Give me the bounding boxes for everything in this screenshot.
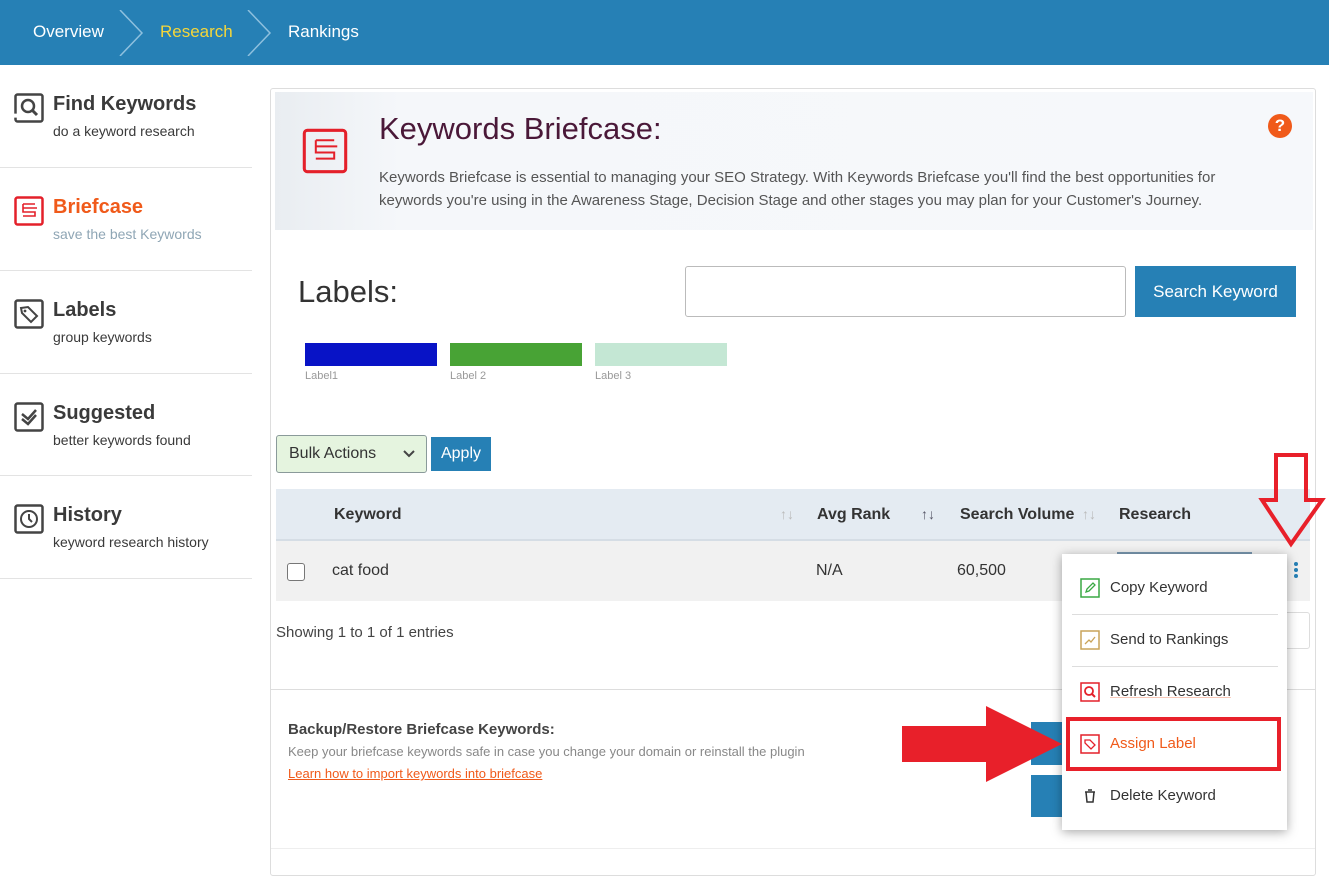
backup-title: Backup/Restore Briefcase Keywords: xyxy=(288,721,555,738)
search-icon xyxy=(14,93,44,123)
label-name: Label1 xyxy=(305,370,339,382)
labels-heading: Labels: xyxy=(298,274,398,309)
keyword-options-menu: Copy Keyword Send to Rankings Refresh Re… xyxy=(1062,554,1287,830)
sidebar-subtitle: better keywords found xyxy=(53,432,191,448)
trash-icon xyxy=(1085,789,1095,803)
cell-search-volume: 60,500 xyxy=(957,562,1006,579)
chart-icon xyxy=(1080,630,1100,650)
briefcase-icon xyxy=(302,128,348,174)
sidebar-subtitle: keyword research history xyxy=(53,534,209,550)
copy-icon xyxy=(1080,578,1100,598)
sidebar-subtitle: do a keyword research xyxy=(53,123,195,139)
sidebar-item-history[interactable]: History keyword research history xyxy=(0,490,252,579)
bulk-actions-value: Bulk Actions xyxy=(289,445,377,462)
import-help-link[interactable]: Learn how to import keywords into briefc… xyxy=(288,766,542,781)
arrow-right-annotation xyxy=(902,706,1062,782)
label-name: Label 3 xyxy=(595,370,632,382)
breadcrumb-overview[interactable]: Overview xyxy=(33,22,104,42)
sidebar-item-suggested[interactable]: Suggested better keywords found xyxy=(0,388,252,476)
column-search-volume[interactable]: Search Volume xyxy=(960,506,1074,524)
sidebar-title: Labels xyxy=(53,299,117,321)
page-title: Keywords Briefcase: xyxy=(379,111,662,146)
column-research[interactable]: Research xyxy=(1119,506,1191,524)
breadcrumb-research[interactable]: Research xyxy=(160,22,233,42)
label-swatch-3[interactable] xyxy=(595,343,727,366)
arrow-down-annotation xyxy=(1258,453,1326,548)
sidebar-title: Find Keywords xyxy=(53,93,197,115)
search-icon xyxy=(1080,682,1100,702)
search-keyword-button[interactable]: Search Keyword xyxy=(1135,266,1296,317)
sort-icon[interactable]: ↑↓ xyxy=(780,506,794,522)
help-icon[interactable]: ? xyxy=(1268,114,1292,138)
row-checkbox[interactable] xyxy=(287,563,305,581)
tag-icon xyxy=(14,299,44,329)
briefcase-icon xyxy=(14,196,44,226)
sidebar-item-briefcase[interactable]: Briefcase save the best Keywords xyxy=(0,182,252,271)
page-description: Keywords Briefcase is essential to manag… xyxy=(379,169,1216,209)
sidebar-subtitle: group keywords xyxy=(53,329,152,345)
sort-icon[interactable]: ↑↓ xyxy=(1082,506,1096,522)
sidebar-subtitle: save the best Keywords xyxy=(53,226,202,242)
search-input[interactable] xyxy=(685,266,1126,317)
chevron-right-icon xyxy=(247,10,272,56)
clock-icon xyxy=(14,504,44,534)
chevron-down-icon xyxy=(403,450,415,458)
sidebar-title: History xyxy=(53,504,122,526)
highlight-box xyxy=(1066,717,1281,771)
label-name: Label 2 xyxy=(450,370,487,382)
check-icon xyxy=(14,402,44,432)
sidebar-item-find-keywords[interactable]: Find Keywords do a keyword research xyxy=(0,79,252,168)
more-options-icon[interactable] xyxy=(1292,561,1300,579)
label-swatch-1[interactable] xyxy=(305,343,437,366)
divider xyxy=(271,848,1315,849)
menu-item-copy-keyword[interactable]: Copy Keyword xyxy=(1062,562,1287,614)
breadcrumb-rankings[interactable]: Rankings xyxy=(288,22,359,42)
label-swatch-2[interactable] xyxy=(450,343,582,366)
menu-item-refresh-research[interactable]: Refresh Research xyxy=(1062,666,1287,718)
menu-item-delete-keyword[interactable]: Delete Keyword xyxy=(1062,770,1287,822)
cell-keyword: cat food xyxy=(332,562,389,579)
entries-info: Showing 1 to 1 of 1 entries xyxy=(276,624,454,641)
sidebar-title: Briefcase xyxy=(53,196,144,218)
sidebar-item-labels[interactable]: Labels group keywords xyxy=(0,285,252,374)
column-avg-rank[interactable]: Avg Rank xyxy=(817,506,890,524)
backup-text: Keep your briefcase keywords safe in cas… xyxy=(288,744,805,759)
menu-item-send-to-rankings[interactable]: Send to Rankings xyxy=(1062,614,1287,666)
bulk-actions-select[interactable]: Bulk Actions xyxy=(276,435,427,473)
cell-avg-rank: N/A xyxy=(816,562,843,579)
apply-button[interactable]: Apply xyxy=(431,437,491,471)
chevron-right-icon xyxy=(119,10,144,56)
sidebar-title: Suggested xyxy=(53,402,156,424)
column-keyword[interactable]: Keyword xyxy=(334,506,402,524)
sort-icon[interactable]: ↑↓ xyxy=(921,506,935,522)
